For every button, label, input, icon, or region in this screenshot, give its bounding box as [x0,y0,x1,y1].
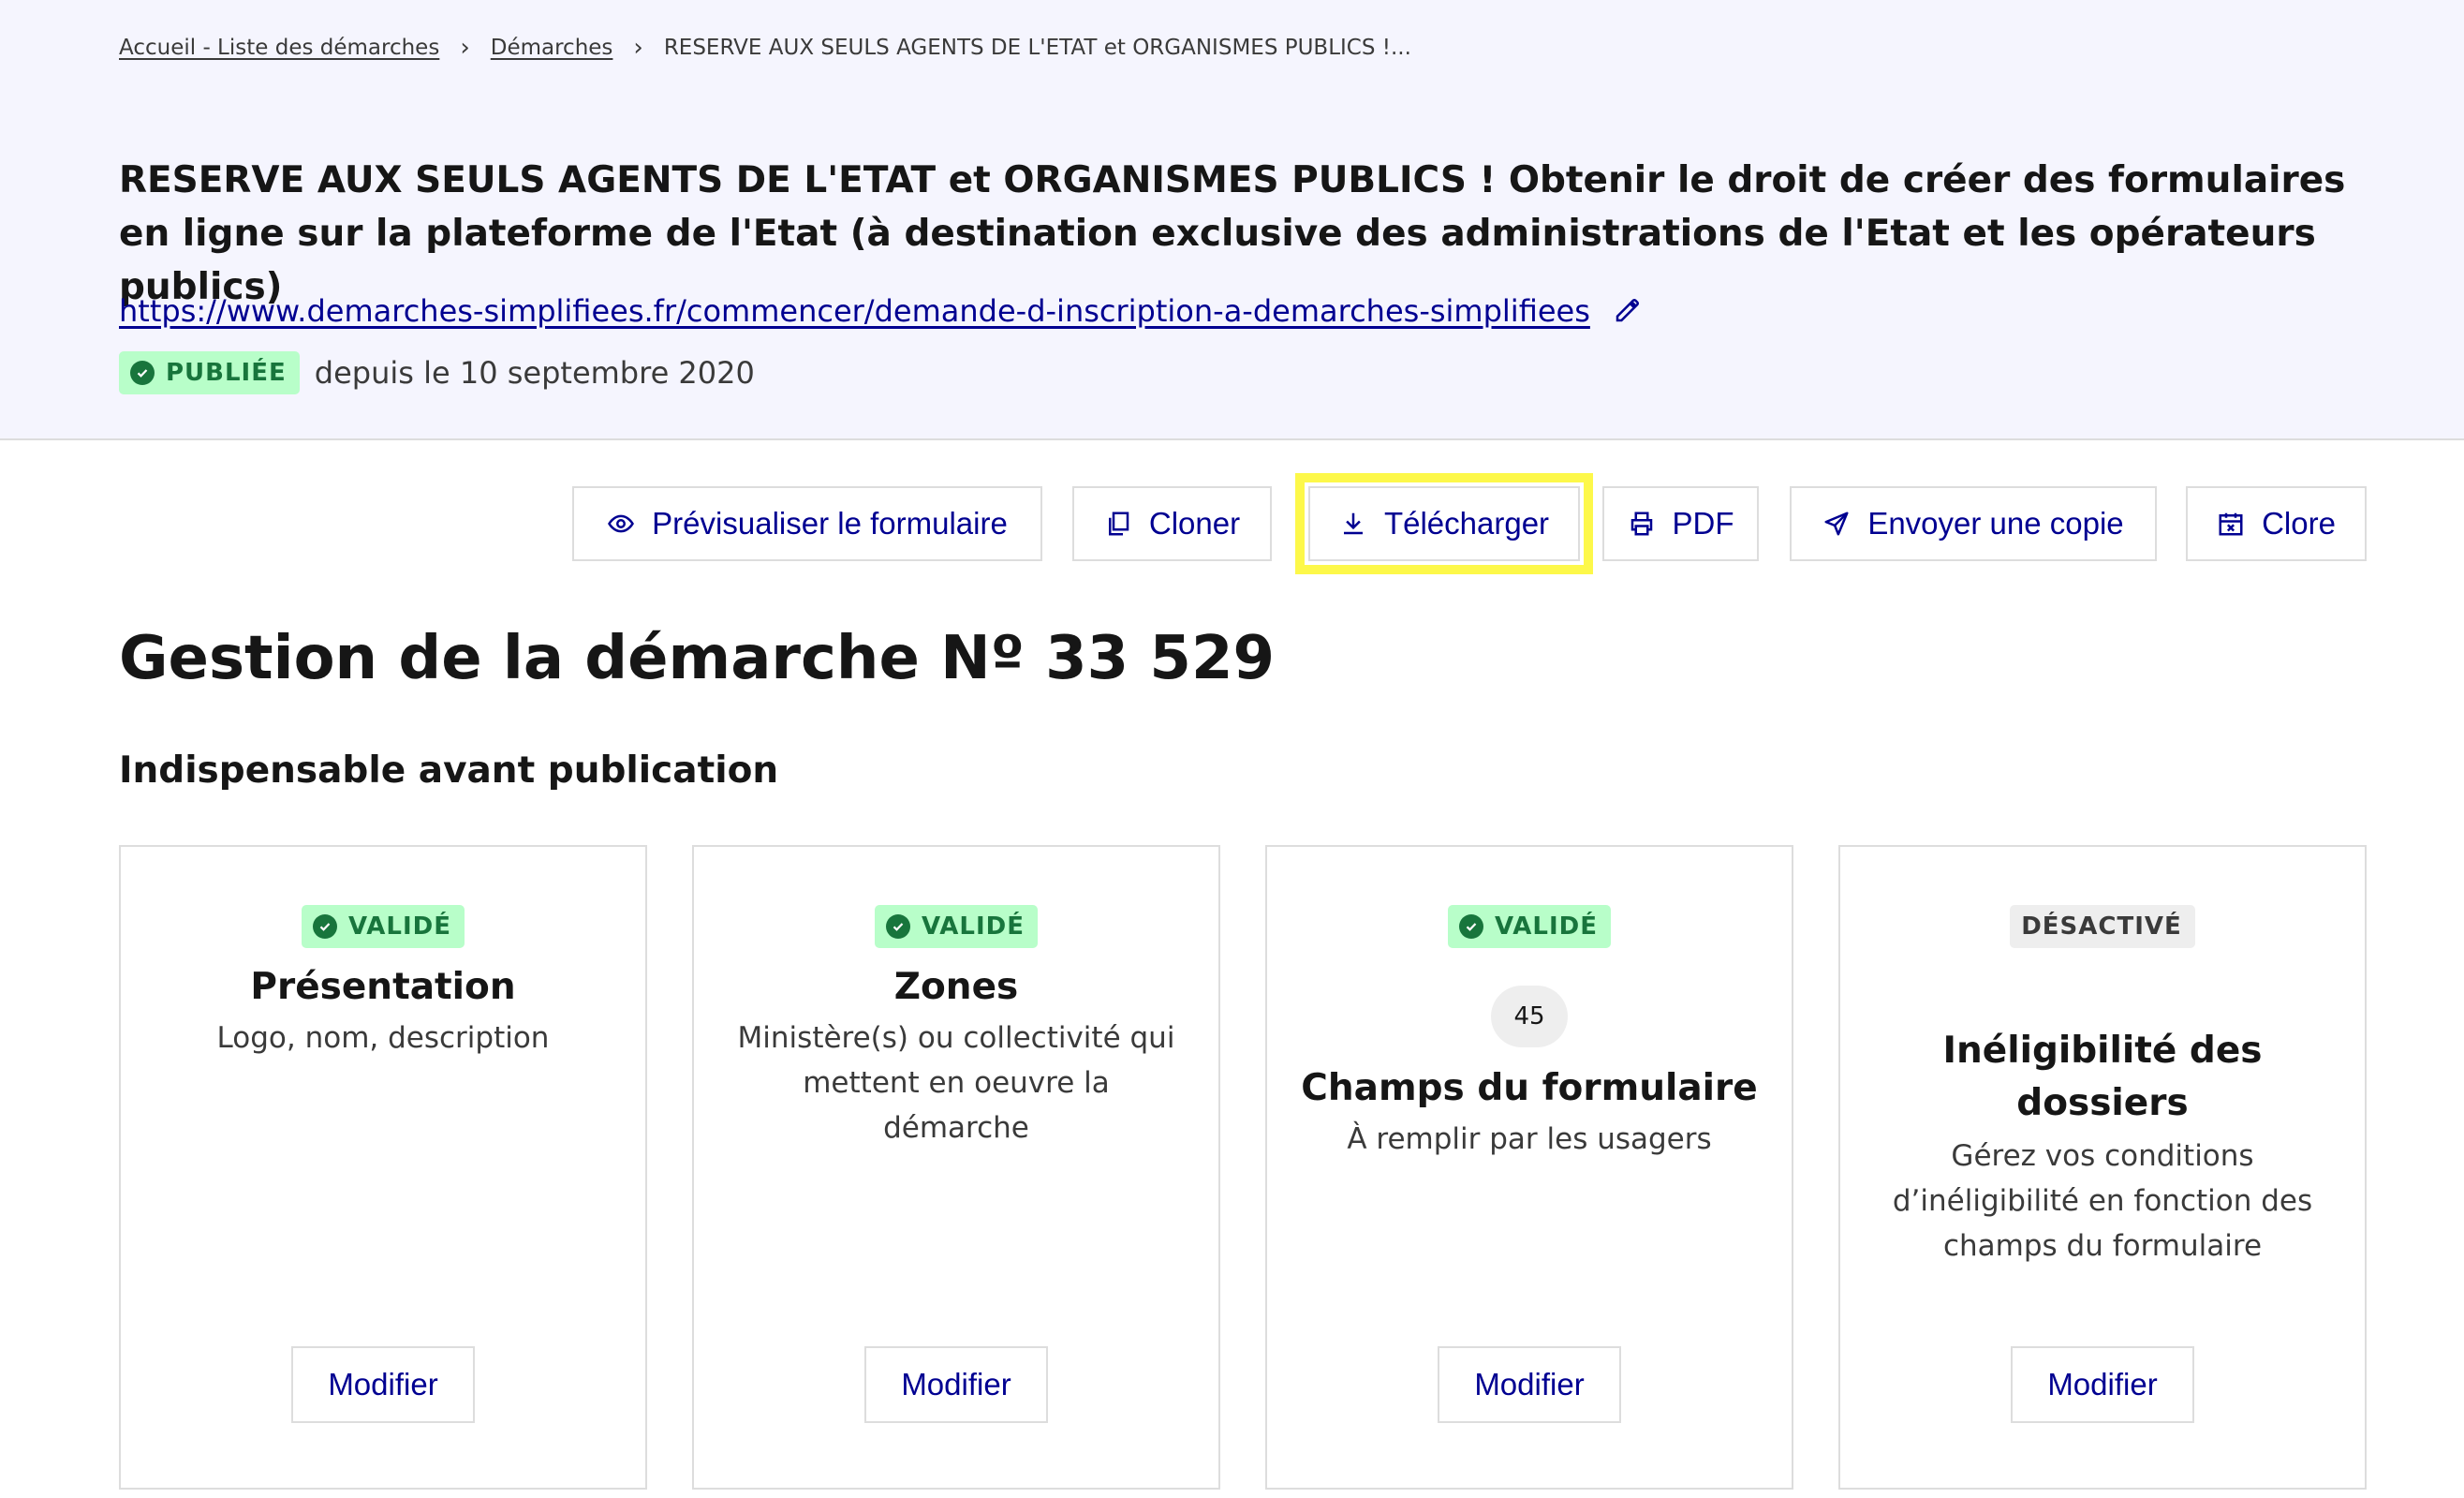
check-circle-icon [312,914,337,939]
validated-badge-label: VALIDÉ [921,912,1025,941]
section-title: Indispensable avant publication [119,749,779,792]
preview-form-button[interactable]: Prévisualiser le formulaire [572,486,1042,561]
management-title: Gestion de la démarche Nº 33 529 [119,624,1275,693]
card-title: Zones [893,966,1019,1008]
published-since: depuis le 10 septembre 2020 [314,355,755,391]
check-circle-icon [1458,914,1483,939]
validated-badge-label: VALIDÉ [347,912,452,941]
close-procedure-button[interactable]: Clore [2186,486,2367,561]
validated-badge: VALIDÉ [301,905,465,948]
clone-button[interactable]: Cloner [1072,486,1272,561]
chevron-right-icon: › [460,34,470,62]
copy-icon [1104,510,1132,538]
send-copy-label: Envoyer une copie [1867,506,2124,541]
send-plane-icon [1822,510,1851,538]
eye-icon [607,510,635,538]
breadcrumb: Accueil - Liste des démarches › Démarche… [119,32,1411,64]
page-header: Accueil - Liste des démarches › Démarche… [0,0,2464,440]
pdf-label: PDF [1672,506,1734,541]
breadcrumb-current: RESERVE AUX SEULS AGENTS DE L'ETAT et OR… [663,36,1411,60]
card-description: Ministère(s) ou collectivité qui mettent… [737,1021,1175,1145]
check-circle-icon [130,361,155,385]
card-description: À remplir par les usagers [1347,1122,1712,1156]
card-form-fields: VALIDÉ 45 Champs du formulaire À remplir… [1265,845,1793,1490]
download-icon [1339,510,1367,538]
modify-zones-button[interactable]: Modifier [864,1346,1048,1423]
card-description: Logo, nom, description [216,1021,550,1055]
validated-badge-label: VALIDÉ [1494,912,1599,941]
close-procedure-label: Clore [2262,506,2336,541]
card-title: Inéligibilité des dossiers [1942,1030,2263,1124]
procedure-url-link[interactable]: https://www.demarches-simplifiees.fr/com… [119,293,1590,329]
clone-label: Cloner [1148,506,1241,541]
modify-presentation-button[interactable]: Modifier [291,1346,475,1423]
card-description: Gérez vos conditions d’inéligibilité en … [1892,1139,2313,1263]
validated-badge: VALIDÉ [1447,905,1612,948]
download-button[interactable]: Télécharger [1295,473,1593,574]
download-label: Télécharger [1383,506,1550,541]
publication-status: PUBLIÉE depuis le 10 septembre 2020 [119,350,755,395]
card-ineligibility: DÉSACTIVÉ Inéligibilité des dossiers Gér… [1838,845,2367,1490]
modify-ineligibility-button[interactable]: Modifier [2011,1346,2194,1423]
check-circle-icon [885,914,910,939]
breadcrumb-home-link[interactable]: Accueil - Liste des démarches [119,36,439,60]
card-presentation: VALIDÉ Présentation Logo, nom, descripti… [119,845,647,1490]
chevron-right-icon: › [633,34,643,62]
published-badge-label: PUBLIÉE [166,359,287,387]
modify-form-fields-button[interactable]: Modifier [1438,1346,1621,1423]
card-title: Champs du formulaire [1301,1067,1758,1109]
action-toolbar: Prévisualiser le formulaire Cloner Téléc… [0,473,2464,574]
card-title: Présentation [250,966,516,1008]
published-badge: PUBLIÉE [119,351,300,394]
printer-icon [1628,510,1656,538]
validated-badge: VALIDÉ [874,905,1039,948]
send-copy-button[interactable]: Envoyer une copie [1790,486,2157,561]
card-zones: VALIDÉ Zones Ministère(s) ou collectivit… [692,845,1220,1490]
preview-form-label: Prévisualiser le formulaire [652,506,1008,541]
breadcrumb-demarches-link[interactable]: Démarches [491,36,613,60]
procedure-url-row: https://www.demarches-simplifiees.fr/com… [119,290,1641,332]
calendar-close-icon [2217,510,2245,538]
pencil-icon[interactable] [1613,297,1641,325]
pdf-button[interactable]: PDF [1602,486,1759,561]
fields-count-badge: 45 [1491,986,1568,1047]
disabled-badge: DÉSACTIVÉ [2010,905,2195,948]
